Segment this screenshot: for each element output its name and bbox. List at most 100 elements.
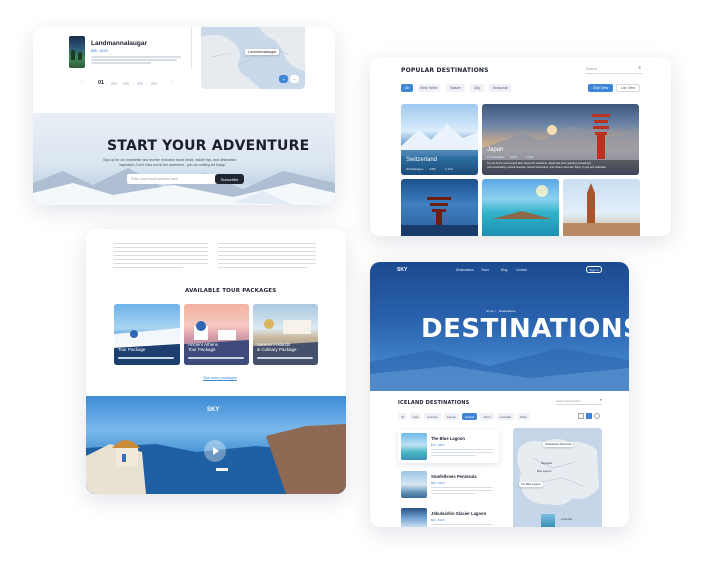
page-indicator[interactable]	[137, 82, 143, 85]
video-banner[interactable]: SKY	[86, 396, 346, 494]
filter-europe[interactable]: Europe	[444, 413, 459, 420]
signin-button[interactable]: Sign In	[586, 266, 602, 273]
santorini-image	[253, 319, 318, 365]
switzerland-rating: 4.8/5	[429, 167, 436, 171]
nav-blog[interactable]: Blog	[501, 268, 507, 272]
map-marker-label: The Blue Lagoon	[521, 483, 541, 486]
description-line	[431, 455, 476, 456]
filter-all[interactable]: All	[398, 413, 407, 420]
destination-item-blue-lagoon[interactable]: The Blue Lagoon $75 - $200	[398, 430, 499, 463]
jokulsarlon-title: Jökulsárlón Glacier Lagoon	[431, 511, 487, 516]
page-indicator[interactable]	[123, 82, 129, 85]
text-line	[218, 259, 316, 261]
nav-tours[interactable]: Tours	[481, 268, 489, 272]
map-city-label: Reykjavik	[541, 462, 553, 465]
map-panel[interactable]: Landmannalaugar + −	[201, 27, 305, 89]
filter-nature[interactable]: Nature	[446, 84, 465, 92]
filter-all[interactable]: All	[401, 84, 413, 92]
search-icon: ⌕	[599, 397, 602, 402]
filter-africa[interactable]: Africa	[480, 413, 494, 420]
map-marker-label: Landmannalaugar	[248, 50, 277, 54]
filter-seasonal[interactable]: Seasonal	[489, 84, 511, 92]
jokulsarlon-thumbnail	[401, 508, 427, 527]
destinations-logo[interactable]: SKY	[397, 267, 407, 273]
destinations-card: SKY Destinations Tours Blog Contact Sign…	[370, 262, 629, 527]
package-meta	[188, 357, 244, 359]
destination-search-input[interactable]: Search destination ⌕	[556, 397, 602, 405]
filter-other[interactable]: Other	[517, 413, 530, 420]
grid-view-icon[interactable]	[586, 413, 592, 419]
grid-view-button[interactable]: Grid View	[588, 84, 613, 92]
description-line	[431, 490, 493, 491]
next-page-icon[interactable]: ›	[171, 79, 173, 85]
tropical-island-card[interactable]	[482, 179, 559, 236]
list-view-icon[interactable]	[578, 413, 584, 419]
japan-reviews: 1,543	[526, 155, 534, 159]
text-line	[218, 247, 316, 249]
map-photo-preview[interactable]	[541, 514, 555, 527]
pagoda-lake-card[interactable]	[401, 179, 478, 236]
snaefellsnes-price: $60 - $150	[431, 481, 445, 485]
destinations-hero: SKY Destinations Tours Blog Contact Sign…	[370, 262, 629, 391]
description-line	[91, 56, 181, 58]
filter-best-seller[interactable]: Best Seller	[418, 84, 440, 92]
nav-contact[interactable]: Contact	[516, 268, 527, 272]
divider	[191, 27, 192, 69]
page-indicator[interactable]	[151, 82, 157, 85]
map-marker-snaefellsnes[interactable]: Snæfellsnes Peninsula	[543, 442, 574, 447]
zoom-out-button[interactable]: −	[290, 75, 299, 83]
japan-description: As one of the most sought-after places f…	[487, 162, 591, 165]
list-view-button[interactable]: List View	[616, 84, 640, 92]
map-marker-blue-lagoon[interactable]: The Blue Lagoon	[519, 482, 543, 487]
text-line	[113, 259, 208, 261]
text-line	[113, 243, 208, 245]
breadcrumb-separator: |	[495, 309, 496, 313]
package-ancient-athens[interactable]: Ancient Athens Tour Package	[184, 304, 249, 365]
email-placeholder: Enter your email address here	[131, 177, 178, 181]
adventure-subtext: inspiration. Don't miss out on the adven…	[119, 163, 226, 167]
play-icon	[213, 447, 219, 455]
text-line	[113, 267, 183, 269]
search-input[interactable]: Search ⌕	[586, 65, 642, 74]
page-indicator[interactable]	[111, 82, 117, 85]
switzerland-reviews: 1,124	[445, 167, 453, 171]
email-field[interactable]: Enter your email address here	[127, 174, 219, 184]
filter-iceland[interactable]: Iceland	[462, 413, 477, 420]
play-button[interactable]	[204, 440, 226, 462]
breadcrumb-home[interactable]: Home	[486, 309, 494, 313]
see-more-packages-link[interactable]: See more packages	[203, 376, 237, 380]
text-line	[113, 263, 208, 265]
zoom-in-button[interactable]: +	[279, 75, 288, 83]
popular-destinations-card: POPULAR DESTINATIONS Search ⌕ All Best S…	[370, 57, 671, 236]
landmannalaugar-thumbnail[interactable]	[69, 36, 85, 68]
blue-lagoon-thumbnail	[401, 433, 427, 460]
switzerland-card[interactable]: Switzerland 20 Packages 4.8/5 1,124	[401, 104, 478, 175]
package-name: Ancient Athens Tour Package	[188, 342, 219, 353]
destination-item-snaefellsnes[interactable]: Snæfellsnes Peninsula $60 - $150	[398, 468, 499, 501]
landmannalaugar-title[interactable]: Landmannalaugar	[91, 40, 147, 47]
iceland-map[interactable]: Snæfellsnes Peninsula Reykjavik Blue Lag…	[513, 428, 602, 527]
destination-item-jokulsarlon[interactable]: Jökulsárlón Glacier Lagoon $60 - $200	[398, 505, 499, 527]
prev-page-icon[interactable]: ‹	[81, 79, 83, 85]
current-page[interactable]: 01	[98, 80, 104, 86]
filter-australia[interactable]: Australia	[497, 413, 514, 420]
snaefellsnes-thumbnail	[401, 471, 427, 498]
nav-destinations[interactable]: Destinations	[456, 268, 474, 272]
map-view-icon[interactable]	[594, 413, 600, 419]
japan-description: with breathtaking natural beauties, hist…	[487, 166, 607, 169]
clock-tower-card[interactable]	[563, 179, 640, 236]
adventure-heading: START YOUR ADVENTURE	[107, 138, 310, 154]
tour-packages-card: AVAILABLE TOUR PACKAGES Discover Greece …	[86, 229, 346, 494]
adventure-banner: START YOUR ADVENTURE Sign up for our new…	[33, 113, 335, 205]
map-marker[interactable]: Landmannalaugar	[245, 49, 280, 55]
description-line	[431, 449, 493, 450]
package-discover-greece[interactable]: Discover Greece Tour Package	[114, 304, 180, 365]
adventure-page-card: Landmannalaugar $85 - $200 ‹ 01 › Landma…	[33, 27, 335, 205]
subscribe-button[interactable]: Subscribe	[215, 174, 244, 184]
japan-card[interactable]: Japan 12 Packages 4.9/5 1,543 As one of …	[482, 104, 639, 175]
breadcrumb-current: Destinations	[499, 309, 516, 313]
package-santorini[interactable]: Santorini Islands & Culinary Package	[253, 304, 318, 365]
filter-america[interactable]: America	[424, 413, 441, 420]
filter-asia[interactable]: Asia	[410, 413, 421, 420]
filter-city[interactable]: City	[470, 84, 484, 92]
